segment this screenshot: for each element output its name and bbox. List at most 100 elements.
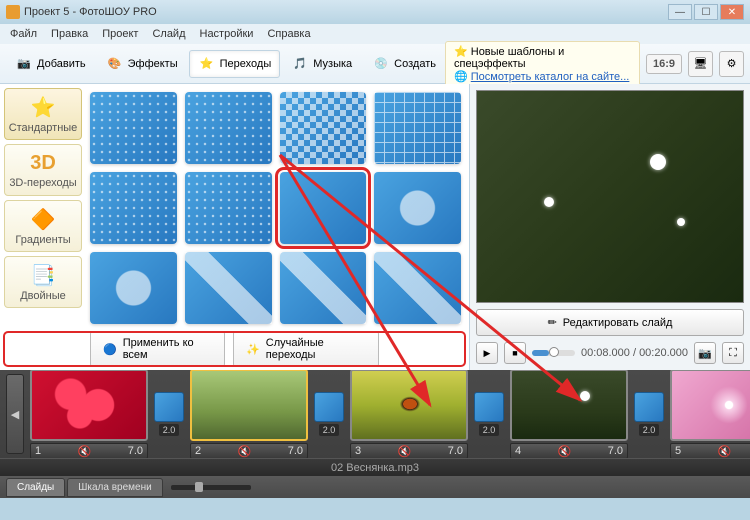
apply-all-button[interactable]: 🔵Применить ко всем bbox=[90, 331, 225, 367]
timeline: ◀ 1🔇7.0 2.0 2🔇7.0 2.0 3🔇7.0 2.0 4🔇7.0 2.… bbox=[0, 370, 750, 498]
tab-slides[interactable]: Слайды bbox=[6, 478, 65, 497]
promo-box: ⭐ Новые шаблоны и спецэффекты 🌐 Посмотре… bbox=[445, 41, 640, 87]
sound-icon: 🔇 bbox=[238, 445, 252, 458]
edit-slide-button[interactable]: ✏Редактировать слайд bbox=[476, 309, 744, 336]
sound-icon: 🔇 bbox=[398, 445, 412, 458]
menu-edit[interactable]: Правка bbox=[45, 26, 94, 42]
timeline-slide-selected[interactable] bbox=[190, 370, 308, 441]
expand-icon: ⛶ bbox=[729, 347, 737, 360]
transition-thumb[interactable] bbox=[185, 172, 272, 244]
monitor-icon: 🖥 bbox=[694, 57, 708, 70]
snapshot-button[interactable]: 📷 bbox=[694, 342, 716, 364]
camera-icon: 📷 bbox=[698, 347, 712, 360]
tab-music[interactable]: 🎵Музыка bbox=[282, 50, 361, 78]
threeD-icon: 3D bbox=[30, 152, 56, 175]
menu-file[interactable]: Файл bbox=[4, 26, 43, 42]
seek-bar[interactable] bbox=[532, 350, 575, 356]
close-button[interactable]: ✕ bbox=[720, 4, 744, 20]
timeline-transition[interactable] bbox=[154, 392, 184, 422]
fullscreen-button[interactable]: 🖥 bbox=[688, 51, 713, 77]
cat-double[interactable]: 📑Двойные bbox=[4, 256, 82, 308]
transition-duration: 2.0 bbox=[159, 424, 180, 436]
transition-thumb[interactable] bbox=[185, 92, 272, 164]
category-sidebar: ⭐Стандартные 3D3D-переходы 🔶Градиенты 📑Д… bbox=[4, 88, 82, 328]
timeline-transition[interactable] bbox=[314, 392, 344, 422]
gradient-icon: 🔶 bbox=[31, 207, 56, 232]
transition-thumb[interactable] bbox=[374, 252, 461, 324]
timeline-slide[interactable] bbox=[350, 370, 468, 441]
timeline-prev[interactable]: ◀ bbox=[6, 374, 24, 454]
aspect-ratio-button[interactable]: 16:9 bbox=[646, 54, 682, 74]
action-bar: 🔵Применить ко всем ✨Случайные переходы bbox=[4, 332, 465, 366]
main-area: ⭐Стандартные 3D3D-переходы 🔶Градиенты 📑Д… bbox=[0, 84, 750, 370]
zoom-slider[interactable] bbox=[171, 485, 251, 490]
play-button[interactable]: ▶ bbox=[476, 342, 498, 364]
transition-thumb[interactable] bbox=[90, 92, 177, 164]
maximize-button[interactable]: ☐ bbox=[694, 4, 718, 20]
promo-link[interactable]: Посмотреть каталог на сайте... bbox=[471, 71, 630, 83]
app-icon bbox=[6, 5, 20, 19]
transition-thumb-selected[interactable] bbox=[280, 172, 367, 244]
transition-thumb[interactable] bbox=[374, 172, 461, 244]
transition-thumb[interactable] bbox=[280, 252, 367, 324]
layers-icon: 📑 bbox=[31, 263, 56, 288]
preview-image bbox=[477, 91, 743, 302]
globe-icon: 🔵 bbox=[103, 343, 117, 356]
transition-thumb[interactable] bbox=[185, 252, 272, 324]
menu-slide[interactable]: Слайд bbox=[146, 26, 191, 42]
sound-icon: 🔇 bbox=[78, 445, 92, 458]
timeline-slide[interactable] bbox=[30, 370, 148, 441]
expand-button[interactable]: ⛶ bbox=[722, 342, 744, 364]
tab-effects[interactable]: 🎨Эффекты bbox=[97, 50, 187, 78]
menu-settings[interactable]: Настройки bbox=[194, 26, 260, 42]
transition-thumb[interactable] bbox=[374, 92, 461, 164]
window-controls: — ☐ ✕ bbox=[668, 4, 744, 20]
timeline-transition[interactable] bbox=[634, 392, 664, 422]
time-display: 00:08.000 / 00:20.000 bbox=[581, 347, 688, 359]
stop-button[interactable]: ■ bbox=[504, 342, 526, 364]
bottom-tabs: Слайды Шкала времени bbox=[0, 476, 750, 498]
toolbar: 📷Добавить 🎨Эффекты ⭐Переходы 🎵Музыка 💿Со… bbox=[0, 44, 750, 84]
preview-panel: ✏Редактировать слайд ▶ ■ 00:08.000 / 00:… bbox=[470, 84, 750, 370]
palette-icon: 🎨 bbox=[106, 55, 124, 73]
sound-icon: 🔇 bbox=[718, 445, 732, 458]
transition-duration: 2.0 bbox=[479, 424, 500, 436]
settings-button[interactable]: ⚙ bbox=[719, 51, 744, 77]
transitions-grid bbox=[86, 88, 465, 328]
transitions-panel: ⭐Стандартные 3D3D-переходы 🔶Градиенты 📑Д… bbox=[0, 84, 470, 370]
sound-icon: 🔇 bbox=[558, 445, 572, 458]
random-button[interactable]: ✨Случайные переходы bbox=[233, 331, 379, 367]
menu-project[interactable]: Проект bbox=[96, 26, 144, 42]
star-icon: ⭐ bbox=[198, 55, 216, 73]
cat-standard[interactable]: ⭐Стандартные bbox=[4, 88, 82, 140]
tab-create[interactable]: 💿Создать bbox=[363, 50, 445, 78]
minimize-button[interactable]: — bbox=[668, 4, 692, 20]
star-icon: ⭐ bbox=[31, 95, 56, 120]
camera-icon: 📷 bbox=[15, 55, 33, 73]
tab-transitions[interactable]: ⭐Переходы bbox=[189, 50, 281, 78]
wand-icon: ✨ bbox=[246, 343, 260, 356]
cat-gradients[interactable]: 🔶Градиенты bbox=[4, 200, 82, 252]
tab-add[interactable]: 📷Добавить bbox=[6, 50, 95, 78]
window-title: Проект 5 - ФотоШОУ PRO bbox=[24, 6, 668, 18]
tab-timescale[interactable]: Шкала времени bbox=[67, 478, 162, 497]
playback-bar: ▶ ■ 00:08.000 / 00:20.000 📷 ⛶ bbox=[476, 342, 744, 364]
menu-help[interactable]: Справка bbox=[261, 26, 316, 42]
transition-duration: 2.0 bbox=[319, 424, 340, 436]
audio-track[interactable]: 02 Веснянка.mp3 bbox=[0, 458, 750, 476]
cat-3d[interactable]: 3D3D-переходы bbox=[4, 144, 82, 196]
titlebar: Проект 5 - ФотоШОУ PRO — ☐ ✕ bbox=[0, 0, 750, 24]
transition-thumb[interactable] bbox=[90, 172, 177, 244]
pencil-icon: ✏ bbox=[548, 316, 557, 329]
gear-icon: ⚙ bbox=[727, 57, 737, 70]
transition-thumb[interactable] bbox=[90, 252, 177, 324]
timeline-transition[interactable] bbox=[474, 392, 504, 422]
transition-thumb[interactable] bbox=[280, 92, 367, 164]
disc-icon: 💿 bbox=[372, 55, 390, 73]
timeline-slide[interactable] bbox=[510, 370, 628, 441]
timeline-slide[interactable] bbox=[670, 370, 750, 441]
promo-text-1: Новые шаблоны и спецэффекты bbox=[454, 46, 564, 70]
preview-viewport[interactable] bbox=[476, 90, 744, 303]
music-icon: 🎵 bbox=[291, 55, 309, 73]
transition-duration: 2.0 bbox=[639, 424, 660, 436]
